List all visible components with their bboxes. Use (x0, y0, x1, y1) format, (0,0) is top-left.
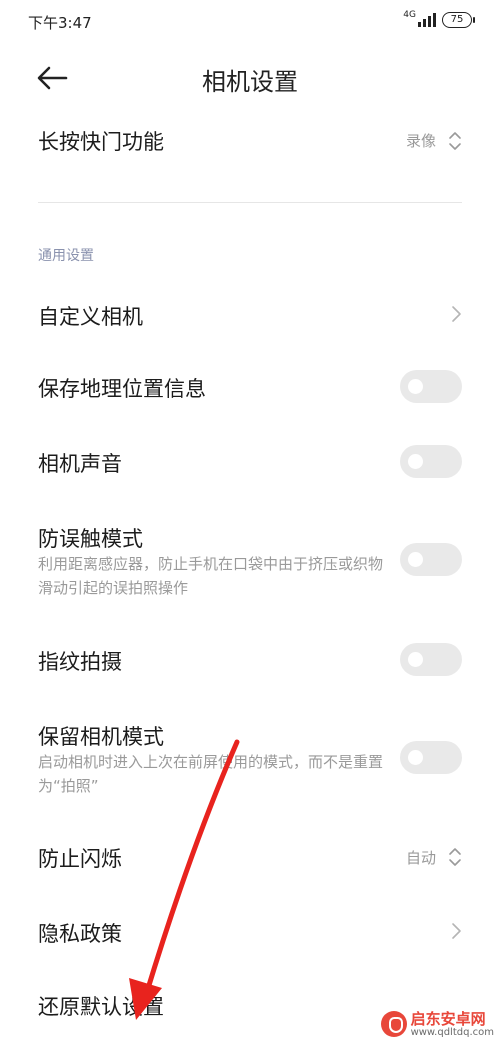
toggle-knob (408, 750, 423, 765)
toggle-knob (408, 379, 423, 394)
custom-camera-row[interactable]: 自定义相机 (0, 294, 500, 338)
row-value: 录像 (405, 132, 436, 150)
section-label: 通用设置 (38, 248, 94, 264)
keep-camera-mode-row: 保留相机模式 启动相机时进入上次在前屏使用的模式，而不是重置为“拍照” (0, 717, 500, 801)
fingerprint-toggle[interactable] (400, 643, 462, 676)
chevron-right-icon (452, 306, 461, 322)
save-location-row: 保存地理位置信息 (0, 366, 500, 410)
status-icons: 4G 75 (403, 10, 475, 28)
row-description: 利用距离感应器，防止手机在口袋中由于挤压或织物滑动引起的误拍照操作 (38, 555, 384, 597)
row-title: 自定义相机 (38, 305, 143, 329)
camera-sound-row: 相机声音 (0, 441, 500, 485)
chevron-right-icon (452, 923, 461, 939)
anti-mistouch-row: 防误触模式 利用距离感应器，防止手机在口袋中由于挤压或织物滑动引起的误拍照操作 (0, 519, 500, 603)
shutter-function-row[interactable]: 长按快门功能 录像 (0, 118, 500, 162)
toggle-knob (408, 552, 423, 567)
row-title: 还原默认设置 (38, 995, 164, 1019)
status-bar: 下午3:47 4G 75 (0, 0, 500, 44)
updown-chevron-icon (449, 132, 461, 150)
row-title: 长按快门功能 (38, 130, 164, 154)
row-title: 指纹拍摄 (38, 650, 122, 674)
watermark-url: www.qdltdq.com (410, 1027, 494, 1038)
fingerprint-row: 指纹拍摄 (0, 639, 500, 683)
save-location-toggle[interactable] (400, 370, 462, 403)
anti-flicker-row[interactable]: 防止闪烁 自动 (0, 836, 500, 880)
row-value: 自动 (405, 849, 436, 867)
watermark: 启东安卓网 www.qdltdq.com (380, 1009, 494, 1038)
row-title: 防止闪烁 (38, 847, 122, 871)
watermark-name: 启东安卓网 (410, 1009, 486, 1028)
row-title: 保存地理位置信息 (38, 377, 206, 401)
anti-mistouch-toggle[interactable] (400, 543, 462, 576)
privacy-policy-row[interactable]: 隐私政策 (0, 911, 500, 955)
battery-icon: 75 (442, 12, 475, 28)
toggle-knob (408, 454, 423, 469)
row-title: 防误触模式 (38, 527, 143, 551)
page-title: 相机设置 (202, 68, 298, 96)
toggle-knob (408, 652, 423, 667)
network-type-label: 4G (403, 10, 416, 20)
row-description: 启动相机时进入上次在前屏使用的模式，而不是重置为“拍照” (38, 753, 384, 795)
section-divider (38, 202, 462, 203)
keep-camera-mode-toggle[interactable] (400, 741, 462, 774)
signal-icon (418, 13, 436, 27)
watermark-logo-icon (380, 1011, 407, 1038)
row-title: 相机声音 (38, 452, 122, 476)
app-header: 相机设置 (0, 50, 500, 106)
camera-sound-toggle[interactable] (400, 445, 462, 478)
row-title: 隐私政策 (38, 922, 122, 946)
updown-chevron-icon (449, 848, 461, 866)
status-time: 下午3:47 (28, 14, 92, 32)
row-title: 保留相机模式 (38, 725, 164, 749)
